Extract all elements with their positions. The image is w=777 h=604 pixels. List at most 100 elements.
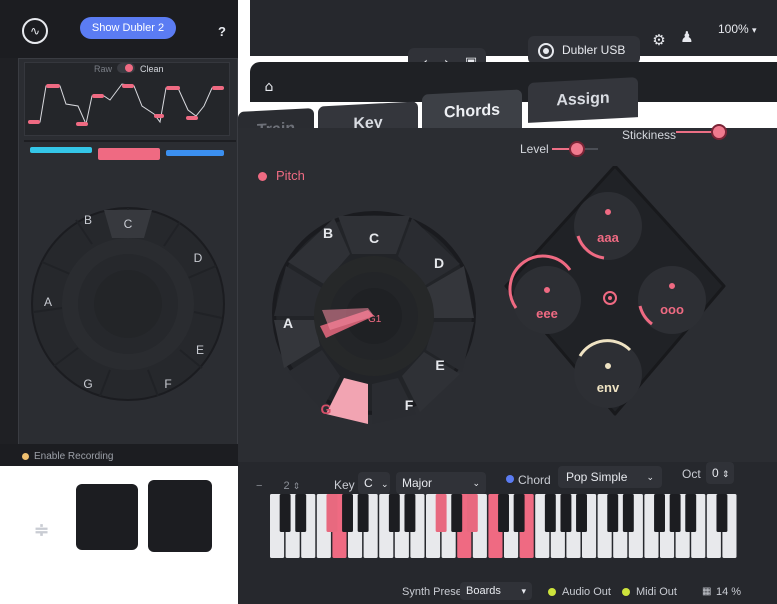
synth-preset-value: Boards: [466, 585, 501, 597]
aaa-pad[interactable]: [574, 192, 642, 260]
black-key[interactable]: [669, 494, 681, 532]
black-key[interactable]: [654, 494, 665, 532]
black-key[interactable]: [685, 494, 697, 532]
black-key[interactable]: [388, 494, 400, 532]
eee-label: eee: [536, 306, 558, 321]
aaa-label: aaa: [597, 230, 619, 245]
level-bar-cyan: [30, 147, 92, 153]
audio-out-indicator: [548, 588, 556, 596]
level-slider-knob[interactable]: [569, 141, 585, 157]
black-key[interactable]: [435, 494, 447, 532]
black-key[interactable]: [498, 494, 509, 532]
divider: [24, 140, 236, 142]
black-key[interactable]: [357, 494, 369, 532]
chord-value: Pop Simple: [566, 470, 628, 484]
black-key[interactable]: [342, 494, 353, 532]
piano-keyboard[interactable]: [270, 494, 738, 558]
eee-pad[interactable]: [513, 266, 581, 334]
black-key[interactable]: [513, 494, 525, 532]
chevron-down-icon: ⌄: [646, 472, 654, 482]
black-key[interactable]: [466, 494, 478, 532]
eee-pad-dot: [542, 285, 552, 295]
env-pad-dot: [603, 361, 613, 371]
gear-icon[interactable]: ⚙: [646, 27, 672, 53]
note-label-f: F: [405, 397, 414, 413]
note-label-c: C: [369, 230, 379, 246]
oct-value: 0: [712, 466, 719, 480]
show-dubler-button[interactable]: Show Dubler 2: [80, 17, 176, 39]
chord-indicator-dot: [506, 475, 514, 483]
transpose-control[interactable]: − 2 ⇕: [256, 480, 300, 492]
note-label-e: E: [435, 357, 444, 373]
user-icon[interactable]: ♟: [674, 24, 700, 50]
zoom-level[interactable]: 100% ▾: [718, 22, 757, 36]
enable-recording[interactable]: Enable Recording: [34, 451, 114, 462]
audio-out-label[interactable]: Audio Out: [562, 586, 611, 598]
black-key[interactable]: [279, 494, 291, 532]
overlay-pitch-wheel[interactable]: C D E F G A B: [30, 186, 226, 422]
black-key[interactable]: [404, 494, 416, 532]
drum-pad-1[interactable]: [76, 484, 138, 550]
ooo-pad[interactable]: [638, 266, 706, 334]
pitch-indicator-dot: [258, 172, 267, 181]
black-key[interactable]: [451, 494, 463, 532]
stickiness-label: Stickiness: [622, 128, 677, 142]
chevron-down-icon: ⌄: [472, 478, 480, 488]
black-key[interactable]: [560, 494, 572, 532]
oct-stepper[interactable]: 0 ⇕: [706, 462, 734, 484]
transpose-stepper[interactable]: ⇕: [293, 481, 301, 491]
transpose-minus[interactable]: −: [256, 480, 262, 492]
device-icon-dot: [543, 48, 549, 54]
overlay-note-b: B: [84, 213, 92, 227]
ooo-label: ooo: [660, 302, 684, 317]
chord-select[interactable]: Pop Simple ⌄: [558, 466, 662, 488]
waveform-logo-icon: ∿: [22, 18, 48, 44]
overlay-note-d: D: [194, 251, 203, 265]
overlay-note-e: E: [196, 343, 204, 357]
note-label-b: B: [323, 225, 333, 241]
overlay-note-f: F: [164, 377, 171, 391]
note-label-g: G: [321, 401, 332, 417]
pitch-label[interactable]: Pitch: [276, 168, 305, 183]
black-key[interactable]: [295, 494, 307, 532]
black-key[interactable]: [622, 494, 634, 532]
midi-out-indicator: [622, 588, 630, 596]
status-footer: Synth Preset Boards ▾ Audio Out Midi Out…: [396, 582, 777, 604]
black-key[interactable]: [716, 494, 728, 532]
raw-clean-toggle-knob[interactable]: [125, 64, 133, 72]
chord-label[interactable]: Chord: [518, 473, 551, 487]
note-label-a: A: [283, 315, 293, 331]
env-label: env: [597, 380, 620, 395]
note-label-d: D: [434, 255, 444, 271]
chevron-down-icon: ⌄: [381, 479, 389, 489]
level-bar-blue: [166, 150, 224, 156]
scale-select[interactable]: Major ⌄: [396, 472, 486, 494]
pitch-wheel[interactable]: G1 C D E F G A B: [264, 188, 484, 438]
overlay-note-c: C: [124, 217, 133, 231]
black-key[interactable]: [544, 494, 556, 532]
record-indicator: [22, 453, 29, 460]
black-key[interactable]: [326, 494, 338, 532]
level-label: Level: [520, 142, 549, 156]
stickiness-slider-knob[interactable]: [711, 124, 727, 140]
key-label: Key: [334, 478, 355, 492]
black-key[interactable]: [607, 494, 619, 532]
black-key[interactable]: [576, 494, 587, 532]
key-select[interactable]: C ⌄: [358, 472, 390, 494]
tab-assign[interactable]: Assign: [528, 77, 638, 123]
clean-label: Clean: [140, 64, 164, 74]
help-button[interactable]: ?: [218, 24, 226, 39]
pitch-trace-graph: [28, 83, 224, 126]
overlay-note-g: G: [83, 377, 92, 391]
drum-pad-2[interactable]: [148, 480, 212, 552]
cpu-usage: 14 %: [716, 586, 742, 598]
device-selector[interactable]: Dubler USB: [528, 36, 640, 64]
aaa-pad-dot: [603, 207, 613, 217]
midi-out-label[interactable]: Midi Out: [636, 586, 677, 598]
transpose-value: 2: [283, 480, 290, 492]
synth-preset-select[interactable]: Boards ▾: [460, 582, 532, 600]
overlay-note-a: A: [44, 295, 52, 309]
chevron-down-icon: ▾: [521, 586, 526, 596]
cpu-icon: ▦: [702, 586, 712, 597]
scale-value: Major: [402, 476, 433, 490]
